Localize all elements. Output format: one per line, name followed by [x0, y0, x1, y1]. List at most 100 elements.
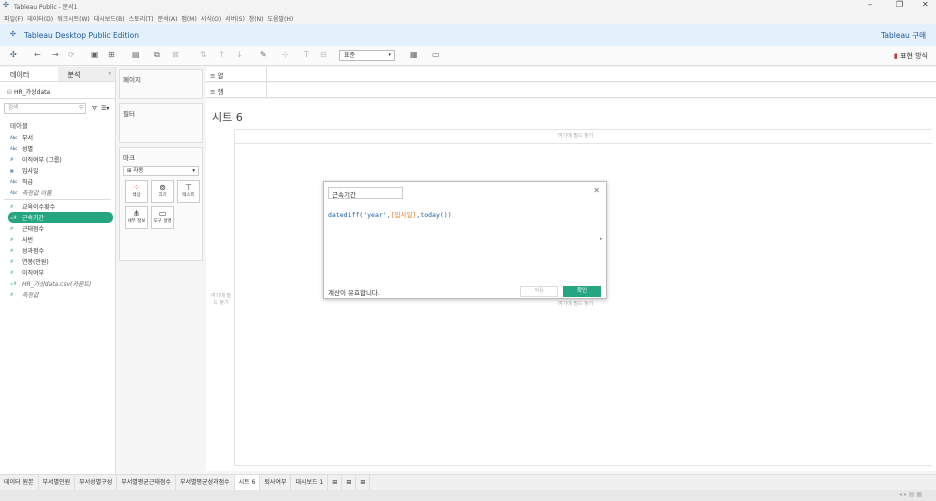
- menu-item[interactable]: 창(N): [249, 14, 264, 23]
- field-item[interactable]: Abc 측정값 이름: [0, 187, 115, 198]
- collapse-pane-icon[interactable]: ‹: [109, 70, 111, 77]
- center-drop-zone[interactable]: 여기에 필드 놓기: [558, 300, 593, 307]
- field-item[interactable]: Abc 직급: [0, 176, 115, 187]
- new-story-icon[interactable]: ⊞: [356, 474, 371, 491]
- mark-type-select[interactable]: ⊞ 자동 ▾: [123, 166, 199, 176]
- datasource-item[interactable]: ⛁ HR_가상data: [0, 82, 115, 98]
- field-type-icon: Abc: [10, 135, 18, 140]
- menu-item[interactable]: 서버(S): [225, 14, 245, 23]
- field-item[interactable]: # 이직여부 (그룹): [0, 154, 115, 165]
- new-dashboard-icon[interactable]: ⊞: [342, 474, 357, 491]
- sheet-tab[interactable]: 부서별인원: [39, 474, 76, 491]
- expand-panel-icon[interactable]: ▸: [600, 236, 603, 242]
- ok-button[interactable]: 확인: [563, 286, 601, 297]
- datasource-icon: ⛁: [7, 89, 13, 96]
- field-label: 성별: [22, 146, 34, 153]
- field-item[interactable]: # 성과점수: [0, 245, 115, 256]
- sheet-tab[interactable]: 부서별평균근태점수: [117, 474, 176, 491]
- menu-item[interactable]: 워크시트(W): [57, 14, 90, 23]
- rows-label: 행: [217, 88, 224, 96]
- replay-icon[interactable]: ⟳: [68, 50, 75, 59]
- group-icon[interactable]: ⊹: [282, 50, 289, 59]
- filters-card[interactable]: 필터: [119, 103, 203, 143]
- sheet-tab[interactable]: 데이터 원본: [0, 474, 39, 491]
- duplicate-sheet-icon[interactable]: ⧉: [154, 50, 160, 60]
- labels-icon[interactable]: T: [304, 50, 309, 59]
- clear-sheet-icon[interactable]: ⊠: [172, 50, 179, 59]
- field-item[interactable]: Abc 성별: [0, 143, 115, 154]
- sheet-tab[interactable]: 부서별평균성과점수: [176, 474, 235, 491]
- menu-item[interactable]: 분석(A): [158, 14, 178, 23]
- view-options-icon[interactable]: ☰▾: [101, 105, 109, 112]
- mark-type-value: 자동: [133, 168, 144, 174]
- field-item[interactable]: # 교육이수횟수: [0, 201, 115, 212]
- tab-data[interactable]: 데이터: [0, 67, 58, 81]
- field-label: HR_가상data.csv(카운트): [22, 281, 92, 288]
- menu-item[interactable]: 데이터(D): [27, 14, 53, 23]
- sort-desc-icon[interactable]: ↓: [236, 50, 243, 59]
- save-icon[interactable]: ▣: [91, 50, 99, 59]
- field-item[interactable]: # 사번: [0, 234, 115, 245]
- field-item[interactable]: ▦ 입사일: [0, 165, 115, 176]
- redo-icon[interactable]: →: [52, 50, 59, 59]
- size-mark-button[interactable]: ⊚ 크기: [151, 180, 174, 203]
- menu-item[interactable]: 스토리(T): [129, 14, 154, 23]
- close-icon[interactable]: ✕: [593, 186, 600, 195]
- field-item[interactable]: =# HR_가상data.csv(카운트): [0, 278, 115, 289]
- field-item[interactable]: =# 근속기간: [8, 212, 113, 223]
- undo-icon[interactable]: ←: [34, 50, 41, 59]
- sort-asc-icon[interactable]: ↑: [218, 50, 225, 59]
- field-item[interactable]: # 연봉(만원): [0, 256, 115, 267]
- field-item[interactable]: # 이직여부: [0, 267, 115, 278]
- menu-item[interactable]: 맵(M): [181, 14, 196, 23]
- tooltip-icon[interactable]: ▭: [432, 50, 440, 59]
- show-cards-icon[interactable]: ▦: [410, 50, 418, 59]
- new-sheet-icon[interactable]: ▤: [132, 50, 140, 59]
- menu-item[interactable]: 도움말(H): [267, 14, 293, 23]
- apply-button[interactable]: 적용: [520, 286, 558, 297]
- detail-mark-button[interactable]: ⋔ 세부 정보: [125, 206, 148, 229]
- buy-tableau-link[interactable]: Tableau 구매: [881, 30, 926, 41]
- new-worksheet-icon[interactable]: ⊞: [328, 474, 343, 491]
- formula-part-b: ,today()): [416, 211, 452, 219]
- menu-item[interactable]: 서식(O): [201, 14, 221, 23]
- menu-item[interactable]: 대시보드(B): [94, 14, 125, 23]
- field-label: 이직여부 (그룹): [22, 157, 62, 164]
- view-fit-select[interactable]: 표준 ▾: [339, 50, 395, 61]
- filter-icon[interactable]: ⛛: [92, 105, 97, 113]
- sheet-tab[interactable]: 퇴사여부: [260, 474, 292, 491]
- text-mark-button[interactable]: ⊤ 텍스트: [177, 180, 200, 203]
- formula-editor[interactable]: datediff('year',[입사일],today()): [328, 209, 452, 219]
- field-item[interactable]: Abc 부서: [0, 132, 115, 143]
- tooltip-mark-button[interactable]: ▭ 도구 설명: [151, 206, 174, 229]
- sheet-tabs-bar: 데이터 원본 부서별인원 부서성별구성 부서별평균근태점수 부서별평균성과점수 시트 6퇴…: [0, 474, 936, 491]
- swap-icon[interactable]: ⇅: [200, 50, 207, 59]
- sheet-tab[interactable]: 대시보드 1: [291, 474, 329, 491]
- new-datasource-icon[interactable]: ⊞: [108, 50, 115, 59]
- close-icon[interactable]: ✕: [922, 0, 929, 9]
- highlight-icon[interactable]: ✎: [260, 50, 267, 59]
- sheet-tab[interactable]: 시트 6: [234, 474, 261, 491]
- field-item[interactable]: # 측정값: [0, 289, 115, 300]
- tab-analysis[interactable]: 분석 ‹: [57, 67, 115, 81]
- tableau-home-icon[interactable]: ✣: [10, 50, 17, 59]
- field-item[interactable]: # 근태점수: [0, 223, 115, 234]
- mark-type-icon: ⊞: [127, 168, 132, 174]
- rows-drop-zone[interactable]: 여기에 필드 놓기: [210, 292, 232, 306]
- rows-shelf[interactable]: ≡ 행: [206, 83, 936, 98]
- sheet-nav-icon[interactable]: ◂ ▸ ▤ ▦: [899, 491, 922, 498]
- field-label: 교육이수횟수: [22, 204, 56, 211]
- columns-shelf[interactable]: ≡ 열: [206, 67, 936, 82]
- color-mark-button[interactable]: ⁘ 색상: [125, 180, 148, 203]
- fix-axes-icon[interactable]: ⊟: [320, 50, 327, 59]
- minimize-icon[interactable]: –: [868, 0, 872, 9]
- maximize-icon[interactable]: ❐: [896, 0, 903, 9]
- rows-icon: ≡: [210, 88, 216, 96]
- field-search-input[interactable]: 검색 ⚲: [4, 103, 86, 114]
- sheet-tab[interactable]: 부서성별구성: [75, 474, 118, 491]
- calc-name-input[interactable]: 근속기간: [328, 187, 403, 199]
- pages-card[interactable]: 페이지: [119, 69, 203, 99]
- show-me-button[interactable]: ▮ 표현 방식: [894, 51, 928, 61]
- menu-item[interactable]: 파일(F): [4, 14, 23, 23]
- columns-drop-zone[interactable]: 여기에 필드 놓기: [558, 132, 593, 139]
